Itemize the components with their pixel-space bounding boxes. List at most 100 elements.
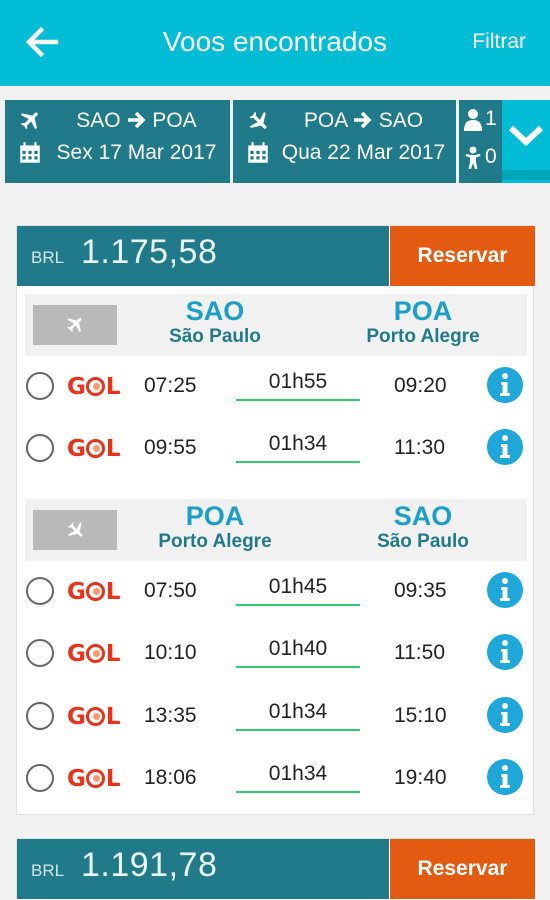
- info-icon: [500, 640, 510, 663]
- duration-line: [236, 461, 360, 463]
- inbound-destination: SAO: [378, 109, 424, 132]
- result-card: BRL 1.175,58 Reservar SAO São Paulo POA …: [16, 225, 535, 815]
- info-button[interactable]: [487, 367, 523, 403]
- child-icon: [465, 146, 481, 169]
- flight-option[interactable]: GL 13:35 01h34 15:10: [17, 686, 535, 748]
- outbound-date-row: Sex 17 Mar 2017: [5, 138, 230, 168]
- flight-duration: 01h55: [268, 370, 328, 393]
- airline-logo-o: [85, 377, 105, 396]
- children-count: 0: [485, 145, 497, 168]
- plane-icon: [20, 112, 38, 130]
- flight-radio[interactable]: [26, 577, 54, 605]
- info-button[interactable]: [487, 572, 523, 608]
- arrival-time: 15:10: [394, 704, 447, 727]
- inbound-origin: POA: [303, 109, 348, 132]
- flight-option[interactable]: GL 09:55 01h34 11:30: [17, 418, 535, 480]
- outbound-route: SAO POA: [49, 109, 224, 133]
- duration-line: [236, 729, 360, 731]
- departure-time: 09:55: [144, 436, 197, 459]
- info-icon: [500, 435, 510, 458]
- reserve-button[interactable]: Reservar: [390, 226, 535, 286]
- airline-logo-o: [85, 644, 105, 663]
- origin-city: SAO São Paulo: [125, 296, 305, 348]
- price-value: 1.175,58: [81, 233, 218, 271]
- page-title-text: Voos encontrados: [162, 26, 388, 57]
- outbound-origin: SAO: [76, 109, 121, 132]
- calendar-icon: [20, 142, 40, 163]
- airline-logo-o: [85, 582, 105, 601]
- price-value: 1.191,78: [81, 846, 218, 884]
- departure-time: 07:25: [144, 374, 197, 397]
- app-bar: Voos encontrados Filtrar: [0, 0, 550, 86]
- info-icon: [500, 578, 510, 601]
- airline-logo: GL: [67, 641, 121, 667]
- outbound-route-row: SAO POA: [5, 106, 230, 136]
- plane-icon: [249, 111, 267, 129]
- flight-duration: 01h45: [268, 575, 328, 598]
- plane-icon: [67, 522, 83, 537]
- info-button[interactable]: [487, 634, 523, 670]
- outbound-route-header: SAO São Paulo POA Porto Alegre: [25, 294, 527, 356]
- flight-duration: 01h34: [268, 432, 328, 455]
- arrival-time: 11:50: [394, 641, 445, 664]
- arrow-right-icon: [127, 111, 145, 129]
- airline-logo-o: [85, 707, 105, 726]
- passenger-summary[interactable]: 1 0: [459, 100, 502, 183]
- price-bar: BRL 1.175,58: [17, 226, 389, 286]
- outbound-summary[interactable]: SAO POA Sex 17 Mar 2017: [5, 100, 230, 183]
- flight-option[interactable]: GL 10:10 01h40 11:50: [17, 623, 535, 685]
- origin-city: POA Porto Alegre: [125, 501, 305, 553]
- outbound-date: Sex 17 Mar 2017: [56, 141, 217, 164]
- destination-name: Porto Alegre: [366, 326, 480, 347]
- inbound-date-row: Qua 22 Mar 2017: [233, 138, 456, 168]
- duration-line: [236, 399, 360, 401]
- origin-name: Porto Alegre: [158, 531, 272, 552]
- airline-logo: GL: [67, 436, 121, 462]
- arrival-time: 11:30: [394, 436, 445, 459]
- inbound-summary[interactable]: POA SAO Qua 22 Mar 2017: [233, 100, 456, 183]
- airline-logo-o: [85, 439, 105, 458]
- destination-code: POA: [393, 296, 453, 326]
- adults-row: 1: [459, 106, 502, 136]
- info-icon: [500, 765, 510, 788]
- page-title: Voos encontrados: [0, 26, 550, 58]
- currency-label: BRL: [31, 248, 65, 267]
- flight-duration: 01h34: [268, 700, 328, 723]
- duration-line: [236, 791, 360, 793]
- flight-duration: 01h40: [268, 637, 328, 660]
- info-icon: [500, 373, 510, 396]
- flight-radio[interactable]: [26, 639, 54, 667]
- flight-radio[interactable]: [26, 764, 54, 792]
- reserve-button[interactable]: Reservar: [390, 839, 535, 899]
- origin-name: São Paulo: [169, 326, 261, 347]
- arrival-time: 09:35: [394, 579, 447, 602]
- flight-option[interactable]: GL 18:06 01h34 19:40: [17, 748, 535, 810]
- airline-logo: GL: [67, 579, 121, 605]
- inbound-route: POA SAO: [277, 109, 450, 133]
- inbound-route-header: POA Porto Alegre SAO São Paulo: [25, 499, 527, 561]
- origin-code: SAO: [185, 296, 245, 326]
- info-button[interactable]: [487, 429, 523, 465]
- filter-button[interactable]: Filtrar: [472, 30, 526, 54]
- departure-time: 07:50: [144, 579, 197, 602]
- airline-logo: GL: [67, 704, 121, 730]
- flight-radio[interactable]: [26, 372, 54, 400]
- info-button[interactable]: [487, 759, 523, 795]
- person-icon: [464, 109, 482, 131]
- flight-radio[interactable]: [26, 434, 54, 462]
- info-button[interactable]: [487, 697, 523, 733]
- confirm-search-button[interactable]: [502, 100, 550, 183]
- flight-radio[interactable]: [26, 702, 54, 730]
- departure-time: 18:06: [144, 766, 197, 789]
- plane-badge: [33, 510, 117, 550]
- departure-time: 13:35: [144, 704, 197, 727]
- inbound-route-row: POA SAO: [233, 106, 456, 136]
- origin-code: POA: [185, 501, 245, 531]
- adults-count: 1: [485, 107, 497, 130]
- price-bar: BRL 1.191,78: [17, 839, 389, 899]
- plane-badge: [33, 305, 117, 345]
- currency-label: BRL: [31, 861, 65, 880]
- flight-option[interactable]: GL 07:25 01h55 09:20: [17, 356, 535, 418]
- flight-duration: 01h34: [268, 762, 328, 785]
- flight-option[interactable]: GL 07:50 01h45 09:35: [17, 561, 535, 623]
